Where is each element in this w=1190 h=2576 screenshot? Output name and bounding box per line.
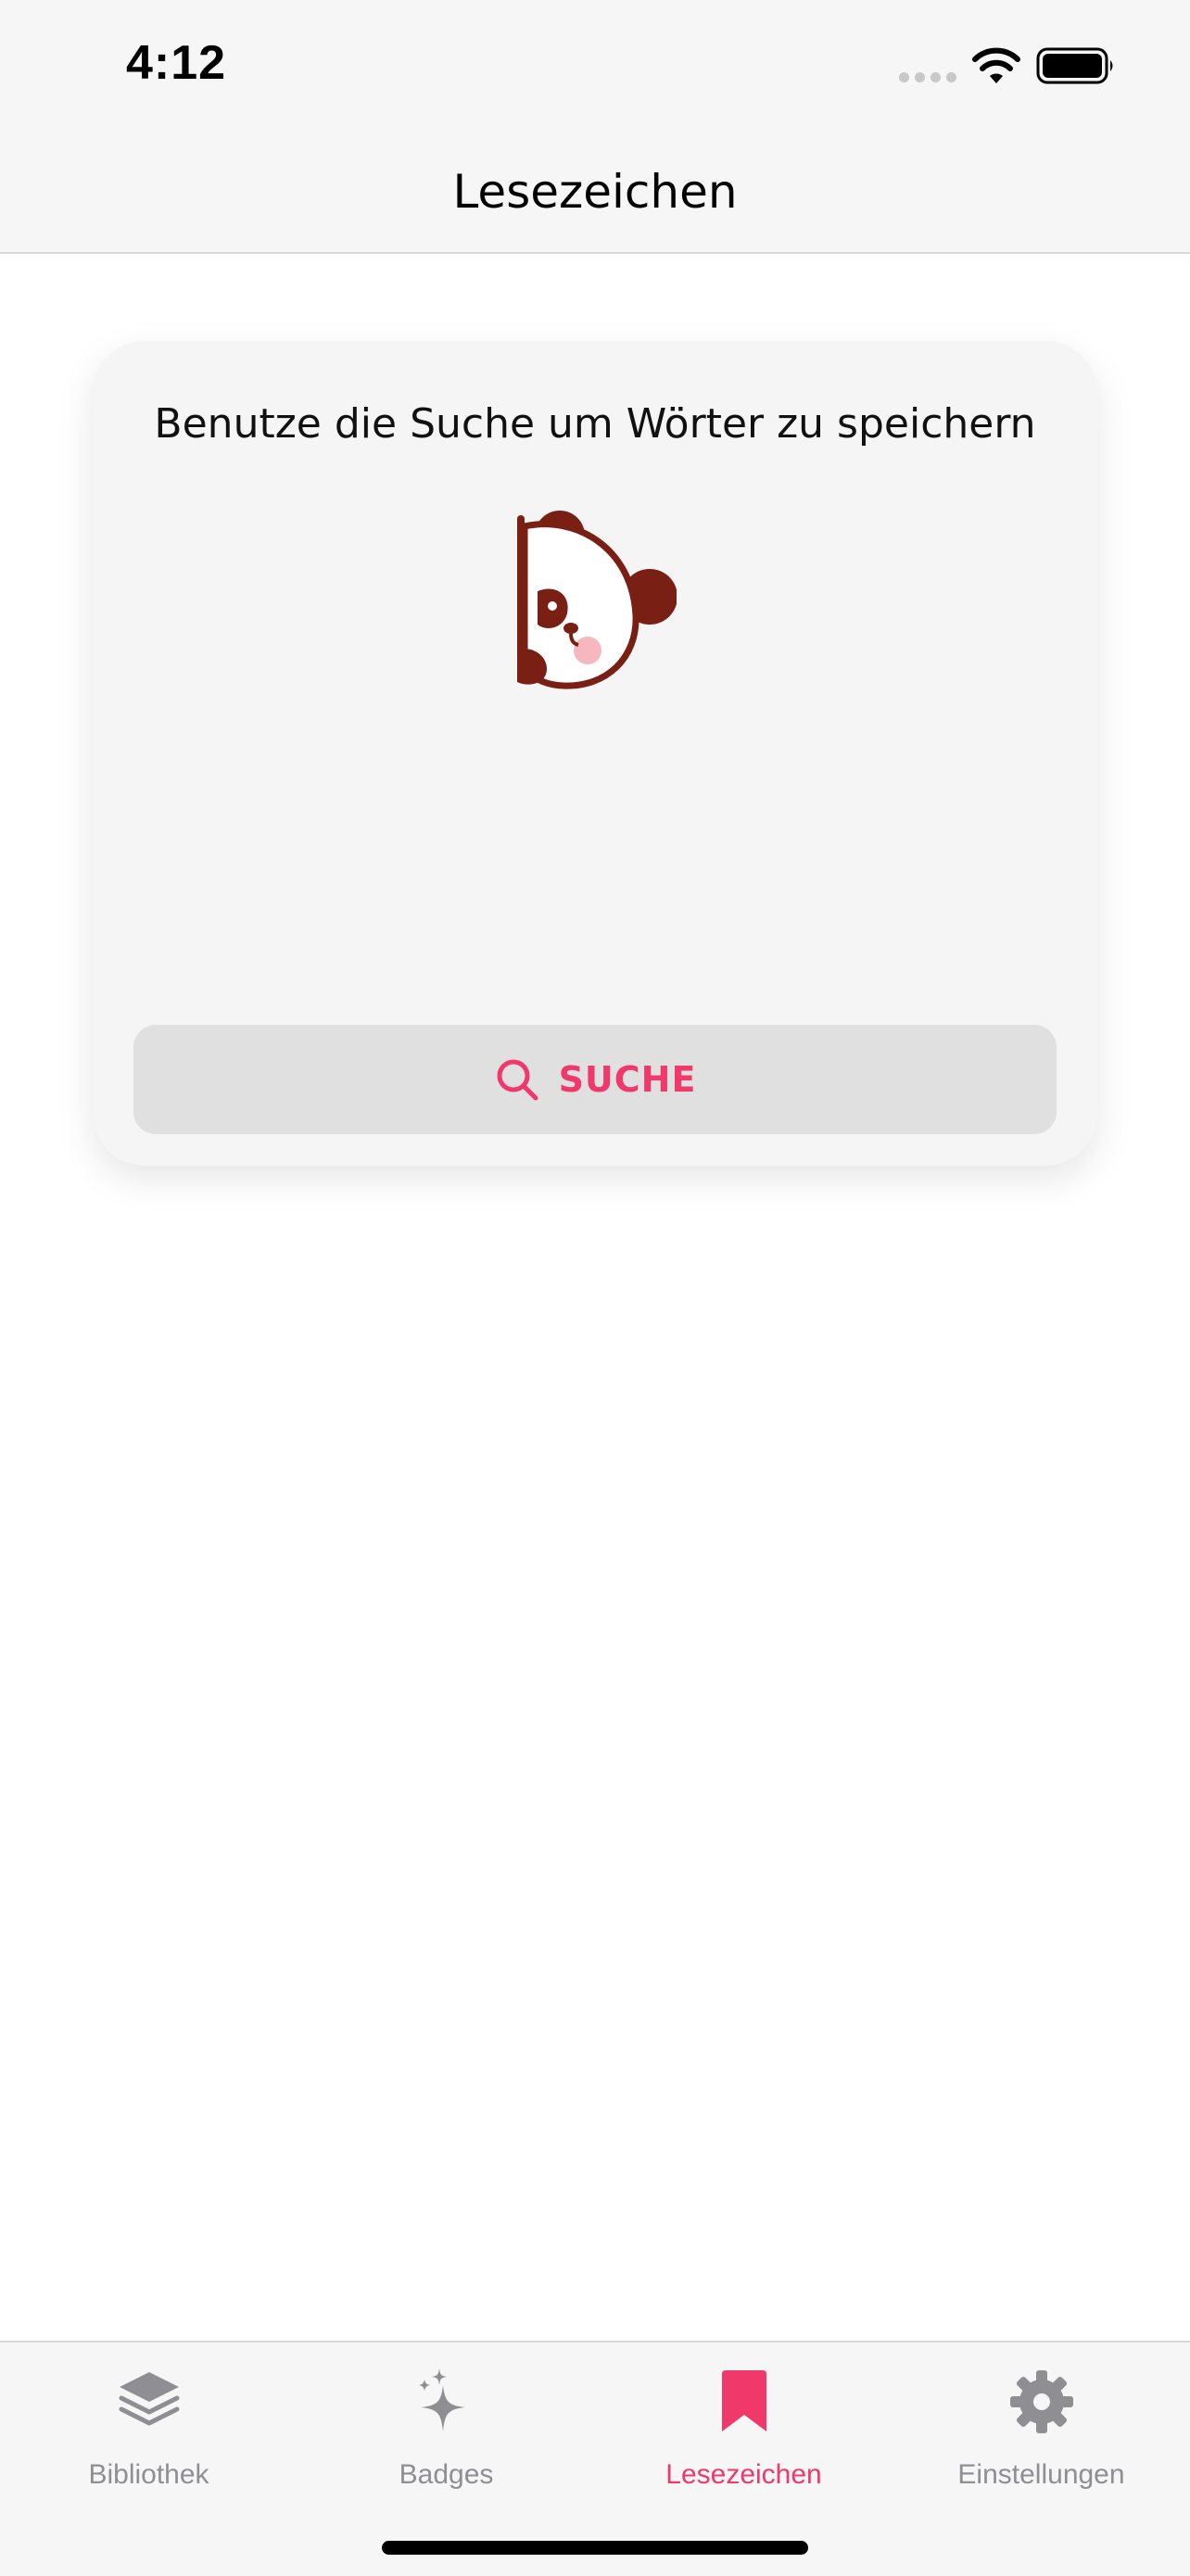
tab-lesezeichen[interactable]: Lesezeichen: [595, 2342, 892, 2500]
tab-label: Einstellungen: [957, 2459, 1125, 2490]
empty-state-card: Benutze die Suche um Wörter zu speichern…: [93, 341, 1097, 1166]
navigation-bar: Lesezeichen: [0, 139, 1190, 254]
status-bar: 4:12: [0, 0, 1190, 139]
home-indicator: [382, 2541, 808, 2555]
cellular-signal-icon: [899, 72, 956, 83]
stack-icon: [119, 2372, 179, 2426]
sparkle-icon: [418, 2368, 465, 2431]
bookmark-icon: [721, 2370, 766, 2431]
wifi-icon: [972, 47, 1020, 83]
panda-peeking-icon: [517, 511, 677, 689]
tab-label: Badges: [399, 2459, 494, 2490]
status-time: 4:12: [126, 36, 227, 90]
search-button[interactable]: SUCHE: [133, 1025, 1057, 1134]
tab-bar: Bibliothek Badges Lesezeichen Einstellun…: [0, 2341, 1190, 2576]
tab-bibliothek[interactable]: Bibliothek: [0, 2342, 298, 2500]
search-button-label: SUCHE: [558, 1059, 697, 1100]
tab-label: Lesezeichen: [665, 2459, 822, 2490]
battery-icon: [1036, 47, 1113, 84]
search-icon: [497, 1059, 538, 1101]
gear-icon: [1009, 2370, 1073, 2433]
tab-badges[interactable]: Badges: [298, 2342, 595, 2500]
tab-einstellungen[interactable]: Einstellungen: [892, 2342, 1190, 2500]
empty-state-message: Benutze die Suche um Wörter zu speichern: [154, 400, 1036, 448]
page-title: Lesezeichen: [452, 165, 738, 219]
tab-label: Bibliothek: [88, 2459, 209, 2490]
